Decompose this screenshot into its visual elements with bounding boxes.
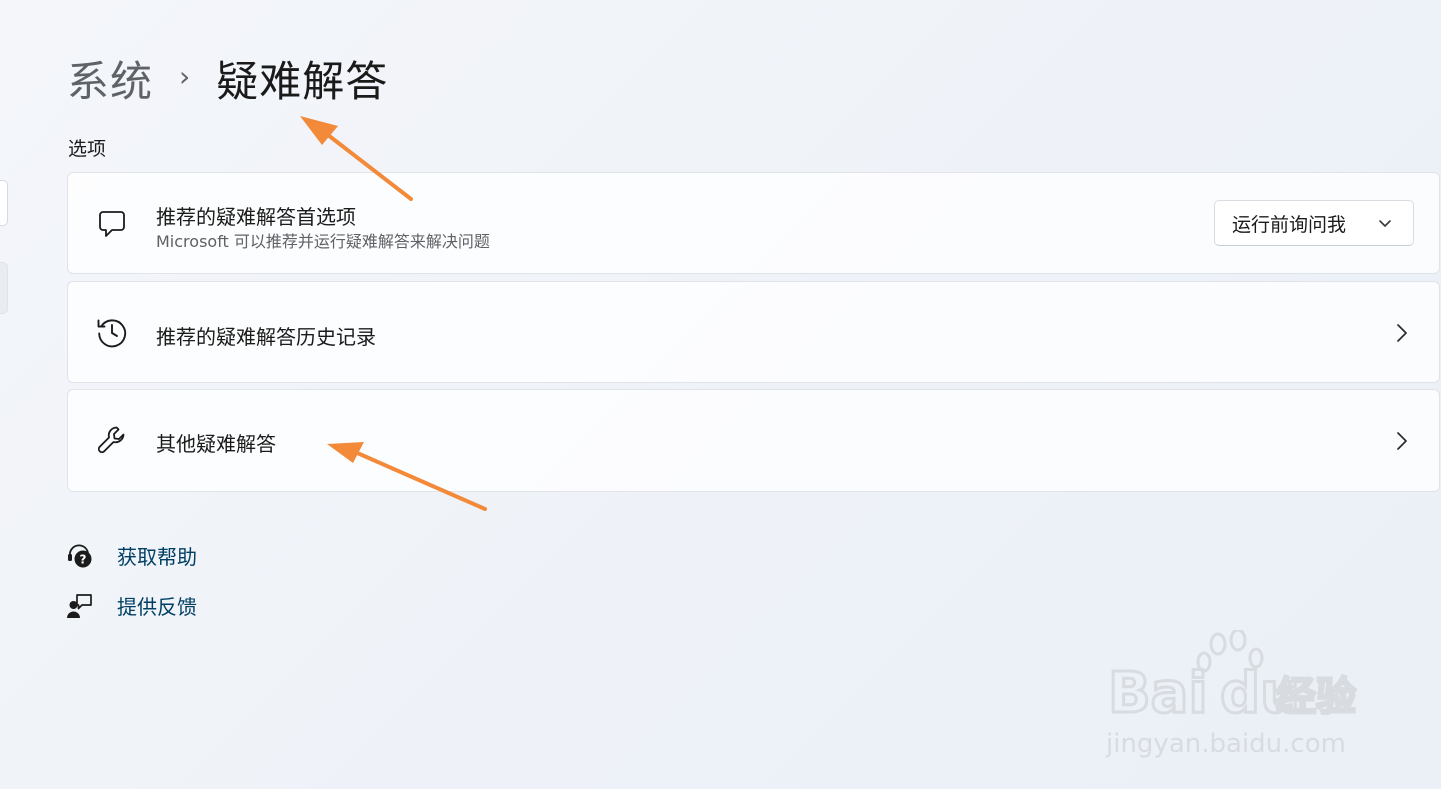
svg-text:Bai: Bai [1108, 661, 1208, 726]
get-help-link[interactable]: ? 获取帮助 [66, 541, 197, 570]
nav-pane-edge-search [0, 180, 8, 226]
chevron-right-icon [1397, 324, 1407, 342]
help-icon: ? [66, 542, 94, 570]
history-icon [94, 314, 130, 350]
section-label-options: 选项 [68, 138, 107, 160]
other-troubleshooters-card[interactable]: 其他疑难解答 [67, 389, 1440, 492]
give-feedback-link[interactable]: 提供反馈 [66, 591, 197, 620]
card-title: 推荐的疑难解答历史记录 [156, 325, 376, 349]
preference-dropdown[interactable]: 运行前询问我 [1214, 200, 1414, 246]
card-title: 其他疑难解答 [156, 432, 276, 456]
breadcrumb-parent-system[interactable]: 系统 [67, 48, 153, 109]
card-title: 推荐的疑难解答首选项 [156, 205, 356, 229]
breadcrumb: 系统 › 疑难解答 [67, 48, 388, 108]
page-title: 疑难解答 [216, 56, 389, 106]
recommended-preferences-card: 推荐的疑难解答首选项 Microsoft 可以推荐并运行疑难解答来解决问题 运行… [67, 172, 1440, 274]
dropdown-selected-value: 运行前询问我 [1232, 213, 1347, 236]
chevron-down-icon [1379, 220, 1391, 227]
give-feedback-label[interactable]: 提供反馈 [117, 591, 197, 620]
svg-text:?: ? [80, 552, 87, 566]
svg-text:经验: 经验 [1276, 674, 1356, 720]
chevron-right-icon [1397, 432, 1407, 450]
chat-bubble-icon [94, 206, 130, 242]
wrench-icon [94, 423, 130, 459]
svg-text:jingyan.baidu.com: jingyan.baidu.com [1105, 729, 1346, 759]
card-subtitle: Microsoft 可以推荐并运行疑难解答来解决问题 [156, 232, 490, 251]
troubleshoot-history-card[interactable]: 推荐的疑难解答历史记录 [67, 281, 1440, 383]
breadcrumb-separator: › [179, 59, 191, 93]
baidu-jingyan-watermark: Bai du 经验 jingyan.baidu.com [1105, 630, 1357, 759]
nav-pane-edge-selected-item [0, 262, 8, 314]
get-help-label[interactable]: 获取帮助 [117, 541, 197, 570]
feedback-icon [66, 592, 94, 620]
